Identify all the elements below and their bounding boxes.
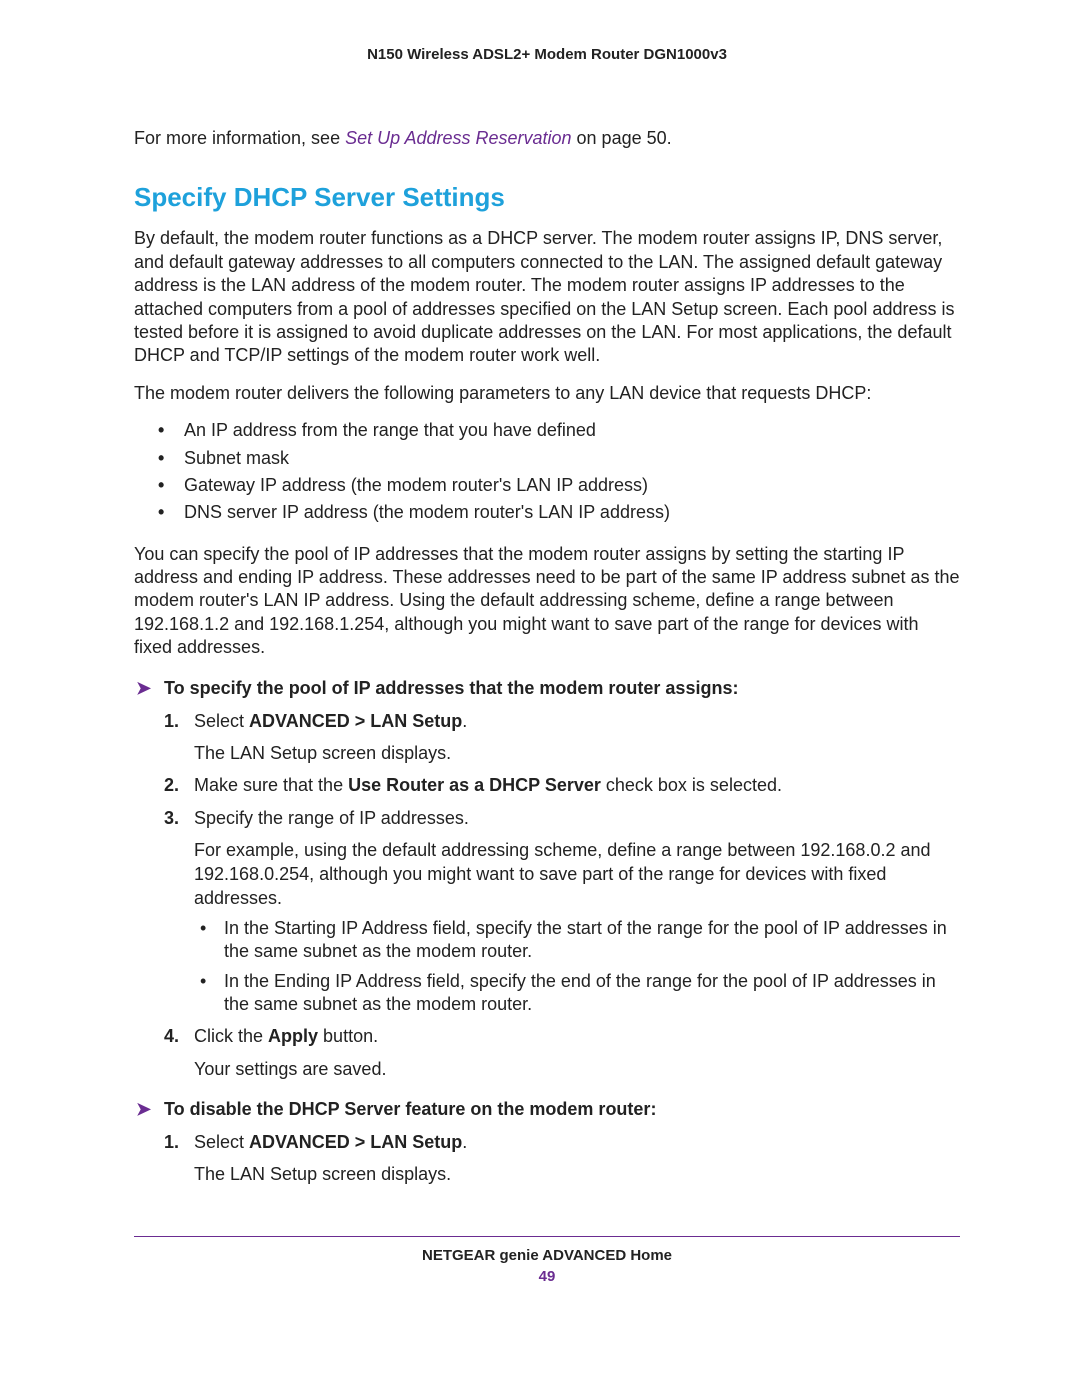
procedure-heading: ➤ To specify the pool of IP addresses th… <box>134 678 960 699</box>
list-item: In the Starting IP Address field, specif… <box>194 917 960 964</box>
list-item: Gateway IP address (the modem router's L… <box>134 474 960 497</box>
procedure-title: To specify the pool of IP addresses that… <box>164 678 738 698</box>
procedure-title: To disable the DHCP Server feature on th… <box>164 1099 656 1119</box>
paragraph: The modem router delivers the following … <box>134 382 960 405</box>
step-subtext: The LAN Setup screen displays. <box>194 1162 960 1186</box>
xref-link[interactable]: Set Up Address Reservation <box>345 128 571 148</box>
step-subtext: Your settings are saved. <box>194 1057 960 1081</box>
footer-text: NETGEAR genie ADVANCED Home <box>134 1247 960 1264</box>
intro-paragraph: For more information, see Set Up Address… <box>134 127 960 150</box>
arrow-icon: ➤ <box>136 1099 151 1120</box>
step-text: Select ADVANCED > LAN Setup. <box>194 711 467 731</box>
arrow-icon: ➤ <box>136 678 151 699</box>
divider <box>134 1236 960 1237</box>
document-page: N150 Wireless ADSL2+ Modem Router DGN100… <box>0 0 1080 1397</box>
step: 2. Make sure that the Use Router as a DH… <box>134 773 960 797</box>
step: 4. Click the Apply button. Your settings… <box>134 1024 960 1081</box>
list-item: An IP address from the range that you ha… <box>134 419 960 442</box>
step-text: Click the Apply button. <box>194 1026 378 1046</box>
step-number: 3. <box>164 806 179 830</box>
step-text: Select ADVANCED > LAN Setup. <box>194 1132 467 1152</box>
procedure-steps: 1. Select ADVANCED > LAN Setup. The LAN … <box>134 1130 960 1187</box>
step-number: 1. <box>164 709 179 733</box>
step-number: 1. <box>164 1130 179 1154</box>
list-item: DNS server IP address (the modem router'… <box>134 501 960 524</box>
step: 3. Specify the range of IP addresses. Fo… <box>134 806 960 1017</box>
list-item: Subnet mask <box>134 447 960 470</box>
intro-prefix: For more information, see <box>134 128 345 148</box>
step-number: 2. <box>164 773 179 797</box>
step-text: Make sure that the Use Router as a DHCP … <box>194 775 782 795</box>
paragraph: You can specify the pool of IP addresses… <box>134 543 960 660</box>
intro-suffix: on page 50. <box>572 128 672 148</box>
step-number: 4. <box>164 1024 179 1048</box>
step-text: Specify the range of IP addresses. <box>194 808 469 828</box>
bullet-list: An IP address from the range that you ha… <box>134 419 960 525</box>
inner-bullets: In the Starting IP Address field, specif… <box>194 917 960 1017</box>
procedure-heading: ➤ To disable the DHCP Server feature on … <box>134 1099 960 1120</box>
section-heading: Specify DHCP Server Settings <box>134 182 960 213</box>
list-item: In the Ending IP Address field, specify … <box>194 970 960 1017</box>
step-subtext: For example, using the default addressin… <box>194 838 960 911</box>
procedure-steps: 1. Select ADVANCED > LAN Setup. The LAN … <box>134 709 960 1081</box>
step: 1. Select ADVANCED > LAN Setup. The LAN … <box>134 1130 960 1187</box>
running-header: N150 Wireless ADSL2+ Modem Router DGN100… <box>134 46 960 63</box>
paragraph: By default, the modem router functions a… <box>134 227 960 367</box>
step-subtext: The LAN Setup screen displays. <box>194 741 960 765</box>
page-number: 49 <box>134 1268 960 1285</box>
step: 1. Select ADVANCED > LAN Setup. The LAN … <box>134 709 960 766</box>
